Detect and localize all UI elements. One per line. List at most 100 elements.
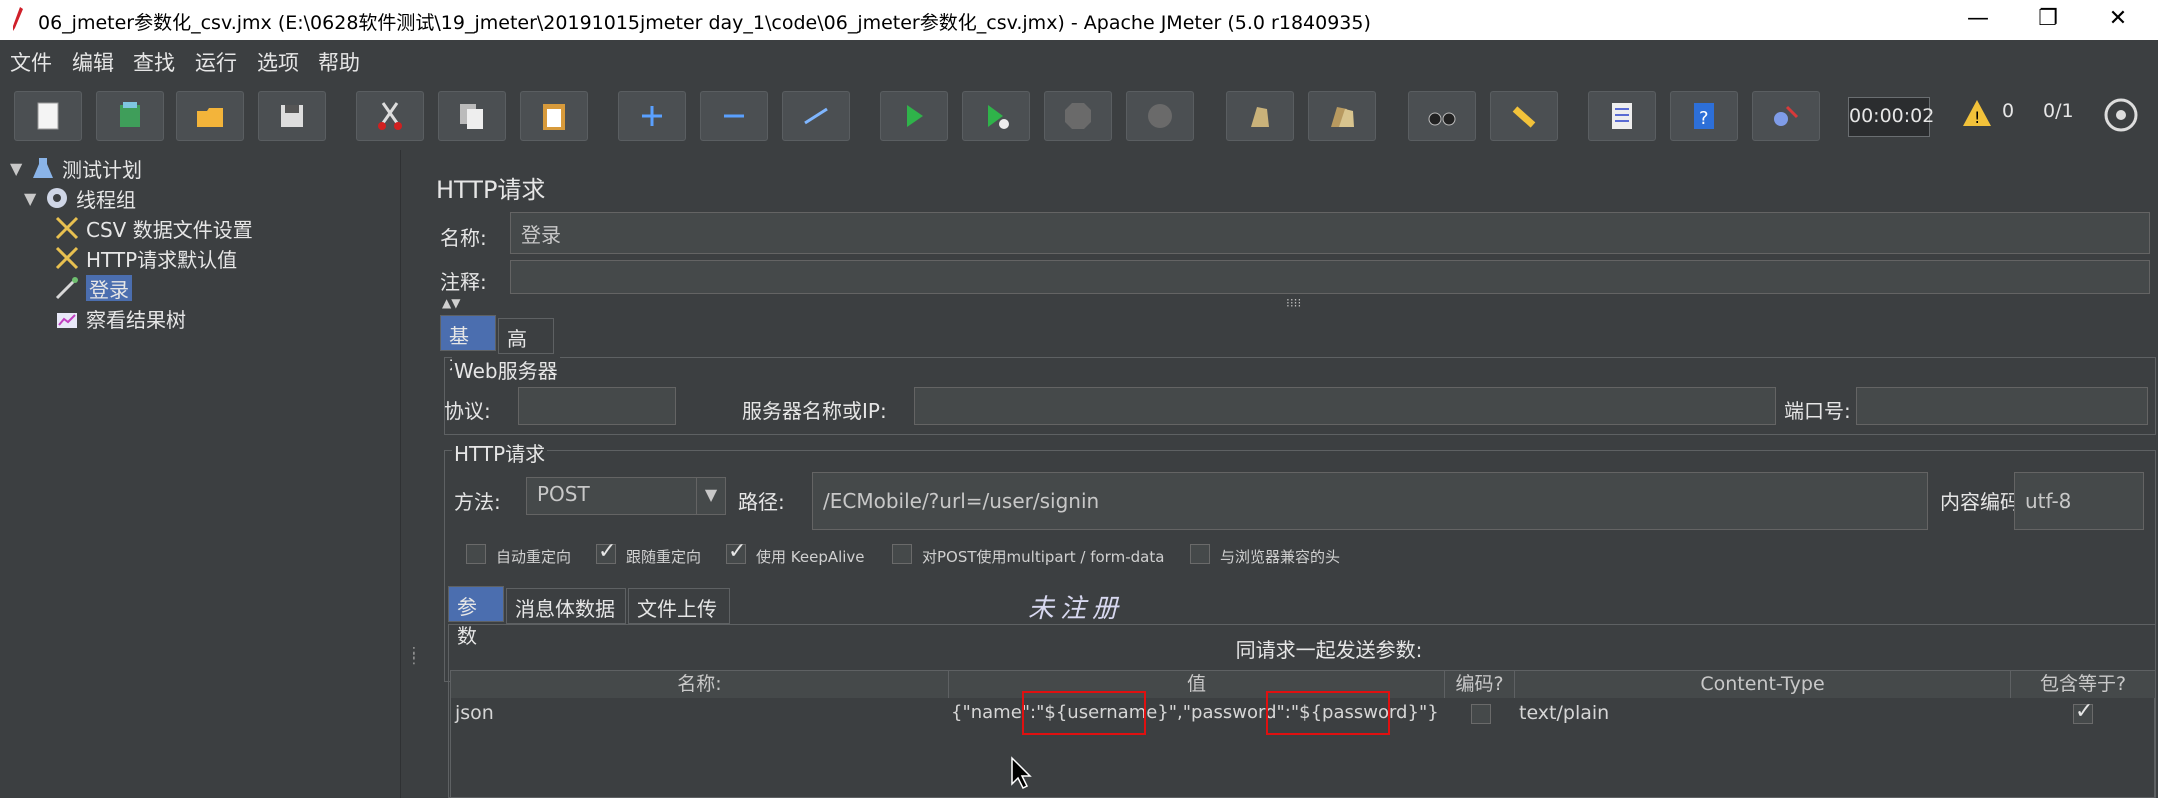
- tab-advanced[interactable]: 高级: [498, 318, 554, 380]
- protocol-field[interactable]: [518, 387, 676, 425]
- tree-item-test-plan[interactable]: ▼ 测试计划: [10, 153, 142, 183]
- search-icon[interactable]: [1408, 91, 1476, 141]
- value-part: "}: [1418, 702, 1439, 723]
- path-field[interactable]: /ECMobile/?url=/user/signin: [812, 472, 1928, 530]
- tree-item-login[interactable]: 登录: [54, 273, 132, 303]
- svg-text:?: ?: [1699, 108, 1709, 129]
- tab-files-upload[interactable]: 文件上传: [628, 588, 730, 624]
- menu-edit[interactable]: 编辑: [72, 47, 114, 77]
- tree-item-csv-data-set[interactable]: CSV 数据文件设置: [54, 213, 253, 243]
- cut-icon[interactable]: [356, 91, 424, 141]
- config-element-icon: [55, 216, 79, 240]
- protocol-label: 协议:: [444, 399, 491, 423]
- save-icon[interactable]: [258, 91, 326, 141]
- path-label: 路径:: [738, 490, 785, 514]
- paste-icon[interactable]: [520, 91, 588, 141]
- chevron-down-icon[interactable]: ▼: [696, 478, 725, 514]
- expand-icon[interactable]: [618, 91, 686, 141]
- port-label: 端口号:: [1784, 399, 1851, 423]
- checkbox-label: 使用 KeepAlive: [756, 548, 865, 566]
- svg-text:!: !: [1974, 108, 1980, 127]
- name-field[interactable]: 登录: [510, 212, 2150, 254]
- column-header-encode[interactable]: 编码?: [1445, 671, 1515, 698]
- annotation-box-username: [1022, 691, 1146, 735]
- tab-basic[interactable]: 基本: [440, 315, 496, 377]
- param-name-cell[interactable]: json: [455, 698, 494, 728]
- reset-search-icon[interactable]: [1490, 91, 1558, 141]
- collapse-icon[interactable]: [700, 91, 768, 141]
- help-icon[interactable]: ?: [1670, 91, 1738, 141]
- menu-file[interactable]: 文件: [10, 47, 52, 77]
- watermark-text: 未注册: [1028, 594, 1125, 624]
- start-icon[interactable]: [880, 91, 948, 141]
- resize-grip-icon[interactable]: ⁝⁝⁝⁝: [1286, 296, 1301, 310]
- comment-label: 注释:: [440, 270, 487, 294]
- checkbox-label: 对POST使用multipart / form-data: [922, 548, 1165, 566]
- mouse-cursor-icon: [1011, 756, 1032, 790]
- expand-arrow-icon[interactable]: ▼: [10, 159, 30, 178]
- remote-icon[interactable]: [1752, 91, 1820, 141]
- menu-run[interactable]: 运行: [195, 47, 237, 77]
- http-request-legend: HTTP请求: [452, 438, 548, 467]
- menu-search[interactable]: 查找: [133, 47, 175, 77]
- tree-item-http-defaults[interactable]: HTTP请求默认值: [54, 243, 237, 273]
- active-threads: 0/1: [2043, 100, 2074, 122]
- param-include-equals-checkbox[interactable]: [2073, 699, 2093, 724]
- comment-field[interactable]: [510, 260, 2150, 294]
- test-plan-icon: [33, 158, 53, 178]
- name-label: 名称:: [440, 226, 487, 250]
- checkbox-label: 跟随重定向: [626, 548, 702, 566]
- tree-item-label: 线程组: [76, 187, 136, 212]
- copy-icon[interactable]: [438, 91, 506, 141]
- start-no-pause-icon[interactable]: [962, 91, 1030, 141]
- port-field[interactable]: [1856, 387, 2148, 425]
- encoding-field[interactable]: utf-8: [2014, 472, 2144, 530]
- column-header-name[interactable]: 名称:: [451, 671, 949, 698]
- server-field[interactable]: [914, 387, 1776, 425]
- annotation-box-password: [1266, 691, 1390, 735]
- settings-wheel-icon[interactable]: [2103, 97, 2139, 133]
- clear-icon[interactable]: [1226, 91, 1294, 141]
- tree-item-label: HTTP请求默认值: [86, 247, 238, 272]
- tree-item-label: 测试计划: [62, 157, 142, 182]
- shutdown-icon[interactable]: [1126, 91, 1194, 141]
- tab-parameters[interactable]: 参数: [448, 586, 504, 648]
- open-icon[interactable]: [176, 91, 244, 141]
- expand-arrow-icon[interactable]: ▼: [24, 189, 44, 208]
- panel-splitter[interactable]: ⋮ ⋮: [400, 150, 421, 798]
- maximize-button[interactable]: ❐: [2028, 4, 2068, 34]
- param-encode-checkbox[interactable]: [1471, 704, 1491, 724]
- function-helper-icon[interactable]: [1588, 91, 1656, 141]
- toggle-icon[interactable]: [782, 91, 850, 141]
- collapse-arrows-icon[interactable]: ▲▼: [442, 296, 460, 310]
- checkbox-browser-headers[interactable]: [1190, 544, 1210, 564]
- menu-help[interactable]: 帮助: [318, 47, 360, 77]
- close-button[interactable]: ✕: [2098, 4, 2138, 34]
- tree-item-label: 察看结果树: [86, 307, 186, 332]
- menu-options[interactable]: 选项: [257, 47, 299, 77]
- column-header-content-type[interactable]: Content-Type: [1515, 671, 2011, 698]
- config-element-icon: [55, 246, 79, 270]
- param-content-type-cell[interactable]: text/plain: [1519, 698, 1609, 728]
- method-select[interactable]: POST ▼: [526, 477, 726, 515]
- warning-icon[interactable]: !: [1962, 98, 1992, 128]
- clear-all-icon[interactable]: [1308, 91, 1376, 141]
- checkbox-auto-redirect[interactable]: [466, 544, 486, 564]
- stop-icon[interactable]: [1044, 91, 1112, 141]
- method-label: 方法:: [454, 490, 501, 514]
- tree-item-view-results-tree[interactable]: 察看结果树: [54, 303, 186, 333]
- tab-body-data[interactable]: 消息体数据: [506, 588, 626, 624]
- tree-item-thread-group[interactable]: ▼ 线程组: [24, 183, 136, 213]
- warning-count: 0: [2002, 100, 2015, 122]
- column-header-include-equals[interactable]: 包含等于?: [2011, 671, 2156, 698]
- new-icon[interactable]: [14, 91, 82, 141]
- templates-icon[interactable]: [96, 91, 164, 141]
- checkbox-follow-redirects[interactable]: [596, 539, 616, 564]
- checkbox-multipart[interactable]: [892, 544, 912, 564]
- checkbox-keepalive[interactable]: [726, 539, 746, 564]
- minimize-button[interactable]: —: [1958, 4, 1998, 34]
- sampler-icon: [55, 277, 78, 300]
- elapsed-timer: 00:00:02: [1848, 97, 1934, 137]
- test-plan-tree: ▼ 测试计划 ▼ 线程组 CSV 数据文件设置 HTTP请求默认值 登录 察看结…: [0, 150, 408, 798]
- web-server-legend: Web服务器: [452, 355, 560, 384]
